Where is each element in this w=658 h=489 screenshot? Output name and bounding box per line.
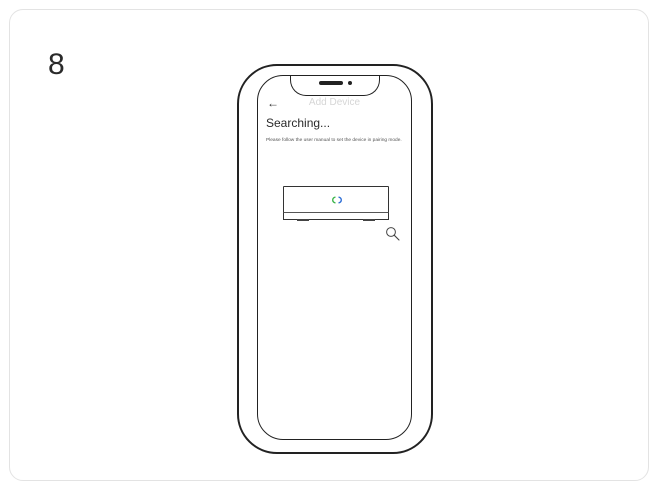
status-led-icon (332, 196, 342, 204)
phone-screen: ← Add Device Searching... Please follow … (257, 75, 412, 440)
speaker-icon (319, 81, 343, 85)
hub-device-icon (283, 186, 389, 222)
phone-notch (290, 76, 380, 96)
screen-title: Add Device (308, 97, 361, 108)
searching-status: Searching... (266, 116, 331, 130)
magnifier-icon (386, 227, 400, 241)
pairing-instructions: Please follow the user manual to set the… (266, 138, 402, 143)
phone-illustration: ← Add Device Searching... Please follow … (237, 64, 433, 454)
step-number: 8 (48, 48, 65, 81)
camera-icon (348, 81, 352, 85)
device-feet (297, 219, 375, 221)
device-body (283, 186, 389, 213)
